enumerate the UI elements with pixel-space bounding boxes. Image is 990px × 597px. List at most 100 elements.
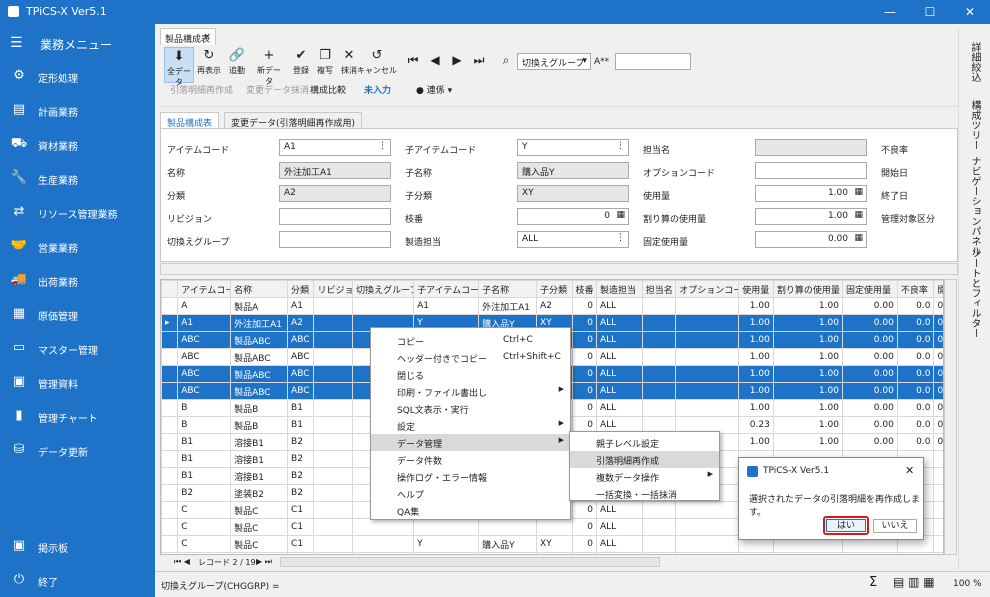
table-cell[interactable]: ALL [596,399,643,417]
table-cell[interactable]: ALL [596,348,643,366]
table-cell[interactable] [675,382,740,400]
table-cell[interactable] [313,450,354,468]
table-cell[interactable]: 塗装B2 [230,484,289,502]
table-cell[interactable]: B1 [177,467,232,485]
table-cell[interactable]: 00/0 [933,416,943,434]
table-cell[interactable]: 1.00 [738,331,774,349]
sidebar-item[interactable]: ▦ 原価管理 [0,300,155,328]
context-menu-item[interactable]: 印刷・ファイル書出し ▶ [371,383,570,400]
document-tab[interactable]: 製品構成表 × [160,28,216,45]
sidebar-item[interactable]: ⛟ 資材業務 [0,130,155,158]
item-code-field[interactable]: A1 ⋮ [279,139,391,156]
fixed-field[interactable]: 0.00 ▦ [755,231,867,248]
table-cell[interactable]: 0.23 [738,416,774,434]
detail-filter-tab[interactable]: 詳細絞込 [967,42,982,82]
nav-panel-tab[interactable]: ナビゲーションパネル [967,156,982,256]
grid-horizontal-scrollbar[interactable] [280,557,660,567]
table-cell[interactable]: C [177,535,232,553]
table-cell[interactable]: 1.00 [738,382,774,400]
table-cell[interactable]: C1 [287,535,315,553]
table-cell[interactable]: 製品C [230,535,289,553]
table-cell[interactable] [313,365,354,383]
table-cell[interactable]: B1 [287,399,315,417]
toolbar-button[interactable]: ↻ 再表示 [196,47,222,83]
table-cell[interactable] [536,518,573,536]
column-header[interactable]: 分類 [287,280,315,298]
table-cell[interactable]: 製品ABC [230,348,289,366]
table-cell[interactable]: 0 [571,501,598,519]
child-code-field[interactable]: Y ⋮ [517,139,629,156]
table-cell[interactable]: 1.00 [772,348,843,366]
table-cell[interactable]: ALL [596,382,643,400]
column-header[interactable]: 切換えグループ [352,280,415,298]
table-cell[interactable]: 製品C [230,518,289,536]
toolbar-button[interactable]: ❐ 複写 [312,47,338,83]
table-cell[interactable] [933,501,943,519]
table-cell[interactable]: 0.0 [896,382,935,400]
table-cell[interactable]: 1.00 [738,365,774,383]
table-cell[interactable]: B1 [177,433,232,451]
sidebar-item[interactable]: 🔧 生産業務 [0,164,155,192]
sidebar-item[interactable]: ⇄ リソース管理業務 [0,198,155,226]
table-cell[interactable]: 00/0 [933,348,943,366]
table-cell[interactable]: 1.00 [772,297,843,315]
table-cell[interactable]: 0 [571,348,598,366]
table-cell[interactable]: 0.0 [896,314,935,332]
table-cell[interactable] [641,314,677,332]
table-cell[interactable]: 0.00 [841,365,898,383]
branch-field[interactable]: 0 ▦ [517,208,629,225]
column-header[interactable]: 不良率 [896,280,935,298]
table-cell[interactable] [933,484,943,502]
regen-button[interactable]: 引落明細再作成 [170,83,233,96]
table-cell[interactable] [413,518,480,536]
context-menu-item[interactable]: SQL文表示・実行 [371,400,570,417]
table-cell[interactable]: 00/0 [933,399,943,417]
table-cell[interactable]: 製品C [230,501,289,519]
column-header[interactable]: 担当名 [641,280,677,298]
table-cell[interactable]: ABC [177,382,232,400]
table-cell[interactable]: C [177,501,232,519]
table-cell[interactable]: 製品A [230,297,289,315]
sidebar-item[interactable]: 🤝 営業業務 [0,232,155,260]
column-header[interactable]: 開始 [933,280,943,298]
table-cell[interactable]: B2 [287,484,315,502]
table-cell[interactable]: C1 [287,501,315,519]
column-header[interactable]: リビジョン [313,280,354,298]
compare-button[interactable]: 構成比較 [310,83,346,96]
tree-tab[interactable]: 構成ツリー [967,100,982,150]
table-cell[interactable] [313,331,354,349]
column-header[interactable]: 子アイテムコード [413,280,480,298]
table-cell[interactable]: C [177,518,232,536]
table-cell[interactable]: 1.00 [772,365,843,383]
table-cell[interactable]: ALL [596,331,643,349]
table-cell[interactable]: 00/0 [933,365,943,383]
table-cell[interactable]: ALL [596,535,643,553]
table-cell[interactable] [675,518,740,536]
no-button[interactable]: いいえ [873,519,917,533]
table-cell[interactable]: ALL [596,297,643,315]
column-header[interactable]: 子名称 [478,280,538,298]
table-cell[interactable]: 0 [571,382,598,400]
table-cell[interactable] [641,382,677,400]
table-cell[interactable]: 00/0 [933,314,943,332]
table-cell[interactable]: 0.0 [896,399,935,417]
table-cell[interactable]: 1.00 [738,433,774,451]
table-cell[interactable]: ALL [596,314,643,332]
div-usage-field[interactable]: 1.00 ▦ [755,208,867,225]
column-header[interactable]: 割り算の使用量 [772,280,843,298]
table-cell[interactable]: 製品ABC [230,382,289,400]
table-cell[interactable] [313,501,354,519]
find-icon[interactable]: ⌕ [498,53,514,89]
table-cell[interactable]: ABC [177,331,232,349]
toolbar-button[interactable]: ↺ キャンセル [356,47,398,83]
context-menu-item[interactable]: ヘッダー付きでコピー Ctrl+Shift+C [371,349,570,366]
sidebar-bottom-item[interactable]: ⏻ 終了 [0,566,155,594]
table-cell[interactable] [313,433,354,451]
sidebar-item[interactable]: ▮ 管理チャート [0,402,155,430]
table-cell[interactable]: 0.0 [896,331,935,349]
mfg-owner-field[interactable]: ALL ⋮ [517,231,629,248]
option-field[interactable] [755,162,867,179]
table-cell[interactable]: B1 [177,450,232,468]
table-cell[interactable]: ALL [596,518,643,536]
context-menu-item[interactable]: QA集 [371,502,570,519]
